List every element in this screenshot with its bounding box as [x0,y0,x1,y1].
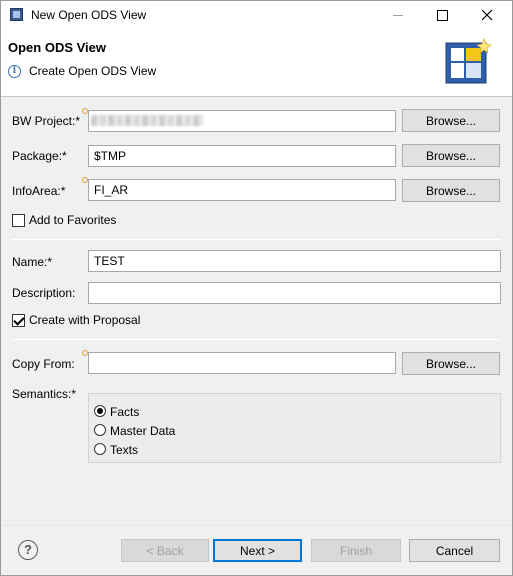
add-to-favorites-checkbox[interactable] [12,214,25,227]
next-button[interactable]: Next > [213,539,302,562]
description-field[interactable] [88,282,501,304]
create-with-proposal-checkbox[interactable] [12,314,25,327]
infoarea-field[interactable]: FI_AR [88,179,396,201]
copy-from-field[interactable] [88,352,396,374]
maximize-button[interactable] [419,1,465,29]
title-bar: New Open ODS View [1,1,512,29]
semantics-master-data-label[interactable]: Master Data [110,424,175,438]
create-with-proposal-label: Create with Proposal [29,313,141,327]
maximize-icon [436,9,448,21]
wizard-header: Open ODS View i Create Open ODS View [1,29,512,97]
back-button[interactable]: < Back [121,539,209,562]
info-icon: i [8,65,21,78]
redacted-project-value [91,115,203,126]
semantics-texts-label[interactable]: Texts [110,443,138,457]
cancel-button[interactable]: Cancel [409,539,500,562]
copy-from-browse-button[interactable]: Browse... [402,352,500,375]
close-button[interactable] [464,1,510,29]
window-title: New Open ODS View [31,8,147,22]
bw-project-browse-button[interactable]: Browse... [402,109,500,132]
dialog-window: New Open ODS View Open ODS View i Create… [0,0,513,576]
content-assist-decoration-icon [82,350,88,356]
app-icon [10,8,23,21]
semantics-master-data-radio[interactable] [94,424,106,436]
semantics-texts-radio[interactable] [94,443,106,455]
name-label: Name:* [12,255,53,269]
copy-from-label: Copy From: [12,357,75,371]
help-icon[interactable]: ? [18,540,38,560]
separator [11,239,501,240]
finish-button[interactable]: Finish [311,539,401,562]
infoarea-label: InfoArea:* [12,184,66,198]
bw-project-label: BW Project:* [12,114,81,128]
ods-view-wizard-icon [445,38,492,84]
semantics-facts-radio[interactable] [94,405,106,417]
separator [11,339,501,340]
semantics-label: Semantics:* [12,387,77,401]
package-field[interactable]: $TMP [88,145,396,167]
description-label: Description: [12,286,76,300]
page-title: Open ODS View [8,40,107,55]
content-assist-decoration-icon [82,108,88,114]
semantics-facts-label[interactable]: Facts [110,405,139,419]
close-icon [481,9,493,21]
package-label: Package:* [12,149,67,163]
minimize-icon [393,14,403,16]
infoarea-browse-button[interactable]: Browse... [402,179,500,202]
header-message: Create Open ODS View [29,64,157,78]
add-to-favorites-label: Add to Favorites [29,213,117,227]
footer-separator [1,525,512,526]
content-assist-decoration-icon [82,177,88,183]
name-field[interactable]: TEST [88,250,501,272]
minimize-button[interactable] [375,1,421,29]
package-browse-button[interactable]: Browse... [402,144,500,167]
